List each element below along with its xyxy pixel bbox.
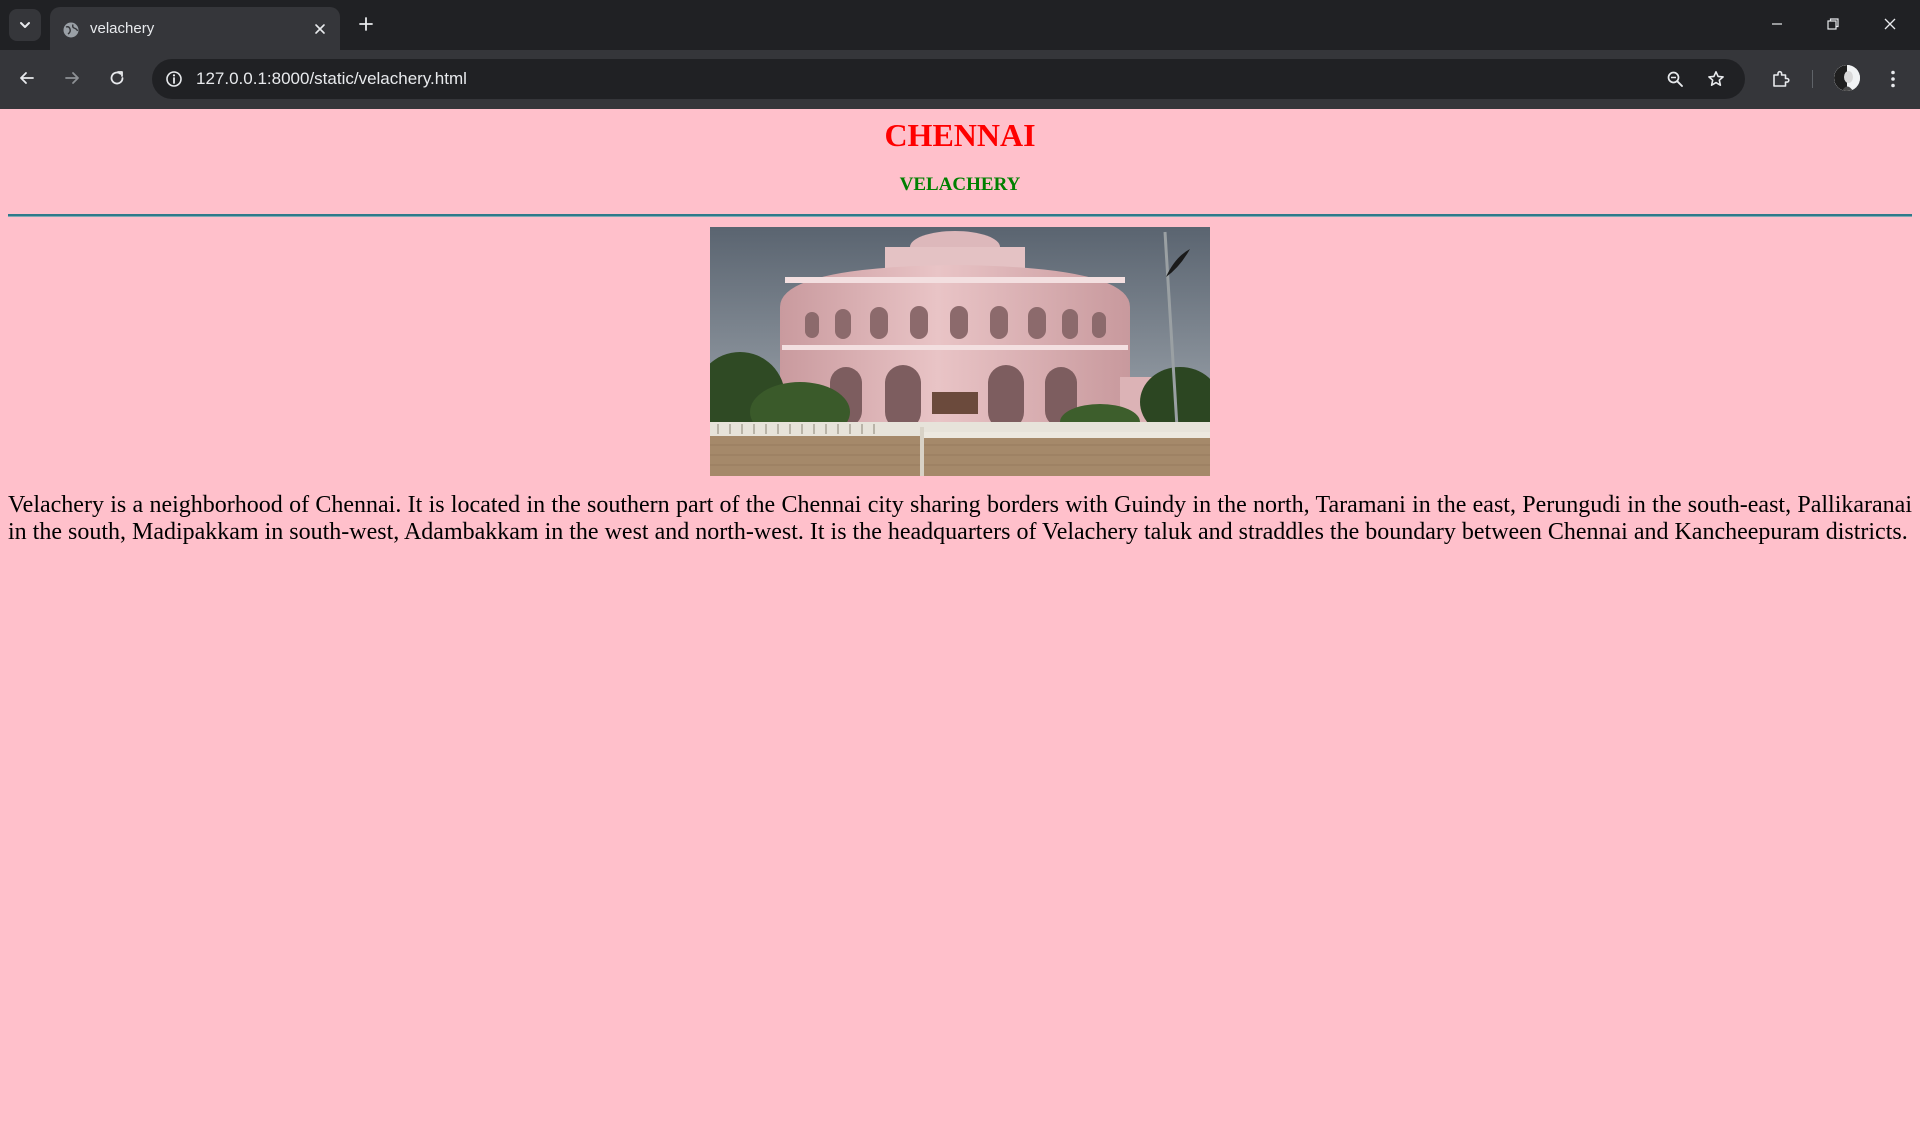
close-icon bbox=[315, 24, 325, 34]
back-button[interactable] bbox=[11, 62, 43, 94]
arrow-left-icon bbox=[20, 72, 34, 84]
bookmark-button[interactable] bbox=[1702, 65, 1730, 93]
new-tab-button[interactable] bbox=[353, 11, 379, 37]
minimize-button[interactable] bbox=[1757, 8, 1797, 40]
extensions-button[interactable] bbox=[1765, 63, 1797, 95]
forward-button[interactable] bbox=[56, 62, 88, 94]
page-subtitle: VELACHERY bbox=[899, 174, 1021, 195]
web-page: CHENNAI VELACHERY Velachery is a neighbo… bbox=[0, 109, 1920, 1140]
menu-button[interactable] bbox=[1877, 63, 1909, 95]
chevron-down-icon bbox=[20, 22, 30, 28]
browser-chrome: velachery 127.0.0.1:8000/static/velacher… bbox=[0, 0, 1920, 109]
zoom-button[interactable] bbox=[1661, 65, 1689, 93]
tab-strip: velachery bbox=[0, 0, 1920, 50]
restore-button[interactable] bbox=[1813, 8, 1853, 40]
avatar bbox=[1834, 65, 1860, 91]
reload-icon bbox=[110, 71, 124, 85]
zoom-out-icon bbox=[1667, 71, 1683, 87]
tab-search-button[interactable] bbox=[9, 9, 41, 41]
restore-icon bbox=[1827, 18, 1839, 30]
tab-close-button[interactable] bbox=[310, 19, 330, 39]
arrow-right-icon bbox=[65, 72, 79, 84]
url-text[interactable]: 127.0.0.1:8000/static/velachery.html bbox=[196, 69, 467, 89]
plus-icon bbox=[359, 17, 373, 31]
site-info-button[interactable] bbox=[160, 65, 188, 93]
tab-velachery[interactable]: velachery bbox=[50, 7, 340, 50]
close-window-button[interactable] bbox=[1870, 8, 1910, 40]
kebab-menu-icon bbox=[1891, 70, 1895, 88]
info-icon bbox=[166, 71, 182, 87]
browser-toolbar: 127.0.0.1:8000/static/velachery.html bbox=[0, 50, 1920, 109]
tab-title: velachery bbox=[90, 20, 155, 37]
close-icon bbox=[1884, 18, 1896, 30]
velachery-building-photo bbox=[710, 227, 1210, 476]
toolbar-divider bbox=[1812, 70, 1813, 88]
globe-icon bbox=[63, 22, 79, 38]
page-title: CHENNAI bbox=[884, 117, 1036, 153]
star-icon bbox=[1708, 71, 1724, 86]
profile-avatar[interactable] bbox=[1834, 65, 1860, 91]
reload-button[interactable] bbox=[101, 62, 133, 94]
address-bar[interactable]: 127.0.0.1:8000/static/velachery.html bbox=[152, 59, 1745, 99]
velachery-description: Velachery is a neighborhood of Chennai. … bbox=[8, 492, 1912, 545]
puzzle-icon bbox=[1773, 70, 1790, 87]
horizontal-rule bbox=[8, 214, 1912, 217]
minimize-icon bbox=[1772, 23, 1782, 25]
